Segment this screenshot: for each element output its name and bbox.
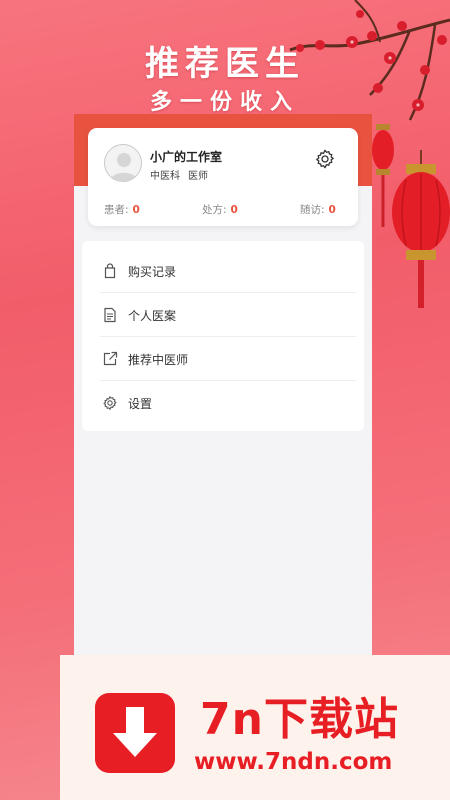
watermark-title: 7n下载站 [200, 694, 399, 745]
stat-patients[interactable]: 患者: 0 [104, 202, 140, 217]
menu-item-label: 个人医案 [128, 309, 177, 323]
profile-card[interactable]: 小广的工作室 中医科 医师 患者: 0 处方: 0 随访: 0 [88, 128, 358, 226]
avatar[interactable] [104, 144, 142, 182]
profile-role: 医师 [188, 171, 208, 182]
stat-prescriptions-label: 处方: [202, 204, 227, 216]
stat-followups[interactable]: 随访: 0 [300, 202, 336, 217]
promo-headline: 推荐医生 [145, 44, 305, 84]
stat-prescriptions[interactable]: 处方: 0 [202, 202, 238, 217]
watermark-url: www.7ndn.com [194, 749, 393, 775]
stat-followups-value: 0 [328, 204, 336, 216]
settings-gear-icon[interactable] [314, 148, 336, 170]
download-arrow-icon [95, 693, 175, 773]
menu-list: 购买记录 个人医案 推荐中医师 设置 [82, 241, 364, 431]
stat-prescriptions-value: 0 [230, 204, 238, 216]
lantern-small-icon [372, 124, 394, 227]
lantern-large-icon [392, 150, 450, 308]
menu-item-label: 推荐中医师 [128, 353, 189, 367]
menu-item-settings[interactable]: 设置 [82, 381, 364, 425]
stat-patients-label: 患者: [104, 204, 129, 216]
menu-item-recommend-doctor[interactable]: 推荐中医师 [82, 337, 364, 381]
document-icon [104, 307, 116, 323]
menu-item-purchase-records[interactable]: 购买记录 [82, 249, 364, 293]
menu-item-label: 设置 [128, 397, 153, 411]
promo-subheadline: 多一份收入 [149, 89, 300, 115]
profile-department-line: 中医科 医师 [150, 167, 216, 182]
menu-item-label: 购买记录 [128, 265, 177, 279]
bag-icon [104, 263, 116, 279]
menu-item-personal-cases[interactable]: 个人医案 [82, 293, 364, 337]
stat-followups-label: 随访: [300, 204, 325, 216]
avatar-placeholder-icon [110, 153, 138, 181]
share-icon [103, 351, 118, 366]
gear-icon [103, 396, 117, 410]
profile-department: 中医科 [150, 171, 180, 182]
stat-patients-value: 0 [132, 204, 140, 216]
phone-screen: 小广的工作室 中医科 医师 患者: 0 处方: 0 随访: 0 购买记录 个人医… [74, 114, 372, 674]
watermark-banner: 7n下载站 www.7ndn.com [60, 655, 450, 800]
stats-row: 患者: 0 处方: 0 随访: 0 [88, 202, 358, 220]
profile-name: 小广的工作室 [150, 150, 223, 164]
